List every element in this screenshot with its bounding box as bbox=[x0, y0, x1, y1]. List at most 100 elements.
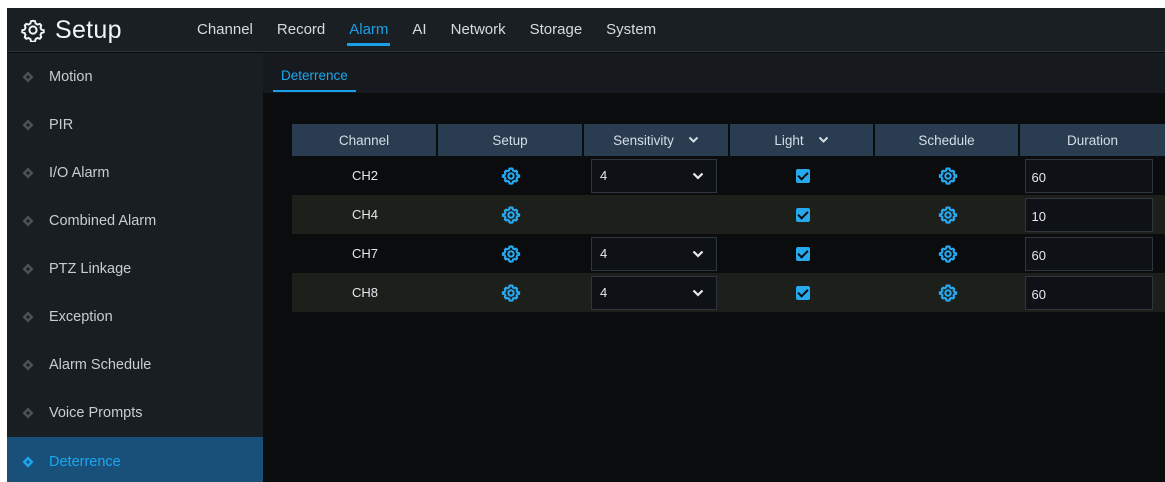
sensitivity-cell bbox=[584, 195, 730, 234]
sidebar: Motion PIR I/O Alarm Combined Alarm PTZ … bbox=[7, 53, 263, 482]
sidebar-item-label: Motion bbox=[49, 69, 93, 85]
channel-cell: CH7 bbox=[351, 246, 378, 261]
nav-tab-record[interactable]: Record bbox=[265, 8, 337, 52]
duration-cell: 60 bbox=[1020, 156, 1165, 195]
nav-tab-storage[interactable]: Storage bbox=[518, 8, 595, 52]
gear-icon[interactable] bbox=[938, 205, 958, 225]
table-row: CH7 4 60 bbox=[292, 234, 1165, 273]
main-content: Deterrence Channel Setup Sensitivity Lig… bbox=[263, 53, 1165, 482]
diamond-icon bbox=[21, 262, 35, 276]
sensitivity-cell: 4 bbox=[584, 234, 730, 273]
diamond-icon bbox=[21, 118, 35, 132]
sidebar-item-exception[interactable]: Exception bbox=[7, 293, 263, 341]
chevron-down-icon[interactable] bbox=[688, 136, 699, 144]
chevron-down-icon bbox=[692, 172, 704, 180]
gear-icon[interactable] bbox=[938, 166, 958, 186]
column-header-schedule: Schedule bbox=[875, 124, 1020, 156]
nav-tab-ai[interactable]: AI bbox=[400, 8, 438, 52]
column-header-light[interactable]: Light bbox=[730, 124, 875, 156]
nav-tab-channel[interactable]: Channel bbox=[185, 8, 265, 52]
sidebar-item-voice-prompts[interactable]: Voice Prompts bbox=[7, 389, 263, 437]
diamond-icon bbox=[21, 406, 35, 420]
channel-cell: CH2 bbox=[351, 168, 378, 183]
duration-cell: 60 bbox=[1020, 234, 1165, 273]
setup-cell bbox=[438, 273, 584, 312]
duration-input[interactable]: 60 bbox=[1024, 275, 1153, 310]
diamond-icon bbox=[21, 358, 35, 372]
schedule-cell bbox=[875, 156, 1020, 195]
light-checkbox[interactable] bbox=[795, 286, 810, 301]
channel-cell: CH4 bbox=[292, 195, 438, 234]
light-checkbox[interactable] bbox=[795, 247, 810, 262]
light-header-label: Light bbox=[774, 132, 804, 148]
schedule-cell bbox=[875, 273, 1020, 312]
gear-icon[interactable] bbox=[501, 283, 521, 303]
sidebar-item-pir[interactable]: PIR bbox=[7, 101, 263, 149]
setup-cell bbox=[438, 156, 584, 195]
duration-input[interactable]: 60 bbox=[1024, 236, 1153, 271]
table-row: CH4 10 bbox=[292, 195, 1165, 234]
light-cell bbox=[730, 156, 875, 195]
chevron-down-icon bbox=[692, 250, 704, 258]
gear-icon[interactable] bbox=[501, 244, 521, 264]
gear-icon bbox=[21, 19, 45, 42]
sidebar-item-ptz-linkage[interactable]: PTZ Linkage bbox=[7, 245, 263, 293]
schedule-cell bbox=[875, 234, 1020, 273]
column-header-sensitivity[interactable]: Sensitivity bbox=[584, 124, 730, 156]
sensitivity-select[interactable]: 4 bbox=[591, 158, 717, 193]
table-row: CH8 4 60 bbox=[292, 273, 1165, 312]
gear-icon[interactable] bbox=[501, 205, 521, 225]
gear-icon[interactable] bbox=[938, 283, 958, 303]
nav-tab-network[interactable]: Network bbox=[439, 8, 518, 52]
setup-cell bbox=[438, 195, 584, 234]
table-row: CH2 4 60 bbox=[292, 156, 1165, 195]
diamond-icon bbox=[21, 214, 35, 228]
sidebar-item-io-alarm[interactable]: I/O Alarm bbox=[7, 149, 263, 197]
duration-cell: 10 bbox=[1020, 195, 1165, 234]
sidebar-item-label: I/O Alarm bbox=[49, 165, 110, 181]
app-title: Setup bbox=[55, 15, 122, 44]
sidebar-item-motion[interactable]: Motion bbox=[7, 53, 263, 101]
sidebar-item-label: PTZ Linkage bbox=[49, 261, 132, 277]
light-cell bbox=[730, 273, 875, 312]
light-cell bbox=[730, 234, 875, 273]
sidebar-item-label: PIR bbox=[49, 117, 74, 133]
nav-tab-system[interactable]: System bbox=[594, 8, 668, 52]
sidebar-item-label: Exception bbox=[49, 309, 113, 325]
diamond-icon bbox=[21, 166, 35, 180]
diamond-icon bbox=[21, 310, 35, 324]
app-window: Setup Channel Record Alarm AI Network St… bbox=[7, 8, 1165, 482]
duration-input[interactable]: 60 bbox=[1024, 158, 1153, 193]
nav-tab-alarm[interactable]: Alarm bbox=[337, 8, 400, 52]
sidebar-item-combined-alarm[interactable]: Combined Alarm bbox=[7, 197, 263, 245]
sensitivity-cell: 4 bbox=[584, 273, 730, 312]
sidebar-item-deterrence[interactable]: Deterrence bbox=[7, 437, 263, 482]
column-header-channel: Channel bbox=[292, 124, 438, 156]
schedule-cell bbox=[875, 195, 1020, 234]
sensitivity-header-label: Sensitivity bbox=[613, 132, 674, 148]
main-nav: Channel Record Alarm AI Network Storage … bbox=[185, 8, 668, 52]
gear-icon[interactable] bbox=[501, 166, 521, 186]
duration-input[interactable]: 10 bbox=[1024, 197, 1153, 232]
light-checkbox[interactable] bbox=[795, 169, 810, 184]
channel-cell: CH8 bbox=[292, 273, 438, 312]
sidebar-item-label: Voice Prompts bbox=[49, 405, 143, 421]
sensitivity-select[interactable]: 4 bbox=[591, 236, 717, 271]
column-header-duration: Duration bbox=[1020, 124, 1165, 156]
light-cell bbox=[730, 195, 875, 234]
sub-tab-bar: Deterrence bbox=[263, 53, 1165, 93]
sidebar-item-label: Combined Alarm bbox=[49, 213, 157, 229]
setup-cell bbox=[438, 234, 584, 273]
light-checkbox[interactable] bbox=[795, 208, 810, 223]
sidebar-item-label: Deterrence bbox=[49, 453, 121, 470]
duration-cell: 60 bbox=[1020, 273, 1165, 312]
tab-deterrence[interactable]: Deterrence bbox=[273, 63, 356, 92]
sidebar-item-alarm-schedule[interactable]: Alarm Schedule bbox=[7, 341, 263, 389]
chevron-down-icon bbox=[692, 289, 704, 297]
top-bar: Setup Channel Record Alarm AI Network St… bbox=[7, 8, 1165, 52]
sensitivity-select[interactable]: 4 bbox=[591, 275, 717, 310]
gear-icon[interactable] bbox=[938, 244, 958, 264]
brand: Setup bbox=[21, 8, 122, 52]
deterrence-table: Channel Setup Sensitivity Light Schedule… bbox=[292, 124, 1165, 312]
chevron-down-icon[interactable] bbox=[818, 136, 829, 144]
